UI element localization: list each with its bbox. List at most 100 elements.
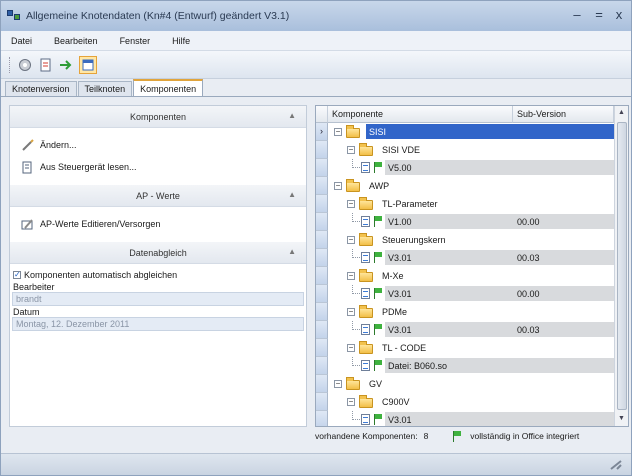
node-name[interactable]: SISI VDE bbox=[379, 142, 509, 157]
node-name[interactable]: AWP bbox=[366, 178, 496, 193]
row-selector[interactable] bbox=[316, 231, 328, 249]
tree-node-row[interactable]: › − SISI bbox=[316, 123, 614, 141]
version-cell[interactable]: V3.01 bbox=[385, 322, 513, 337]
row-selector[interactable] bbox=[316, 249, 328, 267]
node-name[interactable]: M-Xe bbox=[379, 268, 509, 283]
maximize-button[interactable]: = bbox=[591, 7, 607, 22]
node-name[interactable]: GV bbox=[366, 376, 496, 391]
toolbar-grip[interactable] bbox=[9, 56, 12, 73]
row-selector[interactable] bbox=[316, 303, 328, 321]
node-name[interactable]: PDMe bbox=[379, 304, 509, 319]
version-cell[interactable]: V1.00 bbox=[385, 214, 513, 229]
row-selector[interactable] bbox=[316, 267, 328, 285]
collapse-icon[interactable]: ▲ bbox=[288, 111, 296, 120]
collapse-toggle-icon[interactable]: − bbox=[347, 146, 355, 154]
aendern-action[interactable]: Ändern... bbox=[10, 134, 306, 156]
component-version-row[interactable]: V3.01 00.03 bbox=[316, 321, 614, 339]
component-version-row[interactable]: V3.01 00.00 bbox=[316, 285, 614, 303]
section-komponenten-header[interactable]: Komponenten ▲ bbox=[10, 106, 306, 128]
ap-werte-editieren-action[interactable]: AP-Werte Editieren/Versorgen bbox=[10, 213, 306, 235]
version-cell[interactable]: V3.01 bbox=[385, 250, 513, 265]
component-version-row[interactable]: V3.01 00.03 bbox=[316, 249, 614, 267]
row-selector[interactable] bbox=[316, 411, 328, 426]
collapse-toggle-icon[interactable]: − bbox=[334, 380, 342, 388]
menu-hilfe[interactable]: Hilfe bbox=[172, 36, 190, 46]
tab-komponenten[interactable]: Komponenten bbox=[133, 79, 204, 96]
version-cell[interactable]: V3.01 bbox=[385, 286, 513, 301]
sub-version-cell[interactable]: 00.00 bbox=[513, 286, 614, 301]
menu-bearbeiten[interactable]: Bearbeiten bbox=[54, 36, 98, 46]
minimize-button[interactable]: – bbox=[569, 7, 585, 22]
version-cell[interactable]: Datei: B060.so bbox=[385, 358, 513, 373]
node-name[interactable]: C900V bbox=[379, 394, 509, 409]
sub-version-cell[interactable]: 00.00 bbox=[513, 214, 614, 229]
row-selector[interactable] bbox=[316, 177, 328, 195]
node-name[interactable]: SISI bbox=[366, 124, 513, 139]
row-selector[interactable] bbox=[316, 213, 328, 231]
document-icon[interactable] bbox=[37, 56, 55, 74]
bearbeiter-field[interactable]: brandt bbox=[12, 292, 304, 306]
tree-node-row[interactable]: − AWP bbox=[316, 177, 614, 195]
scroll-up-arrow[interactable]: ▲ bbox=[615, 106, 628, 120]
collapse-toggle-icon[interactable]: − bbox=[347, 236, 355, 244]
node-name[interactable]: TL - CODE bbox=[379, 340, 509, 355]
row-selector[interactable] bbox=[316, 357, 328, 375]
row-selector[interactable] bbox=[316, 375, 328, 393]
sub-version-cell[interactable] bbox=[513, 160, 614, 175]
collapse-toggle-icon[interactable]: − bbox=[347, 308, 355, 316]
collapse-toggle-icon[interactable]: − bbox=[334, 182, 342, 190]
tree-node-row[interactable]: − TL-Parameter bbox=[316, 195, 614, 213]
checkbox-auto-abgleich[interactable]: ✓ bbox=[13, 271, 21, 279]
row-selector[interactable] bbox=[316, 141, 328, 159]
menu-datei[interactable]: Datei bbox=[11, 36, 32, 46]
close-button[interactable]: x bbox=[611, 7, 627, 22]
tree-node-row[interactable]: − M-Xe bbox=[316, 267, 614, 285]
component-version-row[interactable]: Datei: B060.so bbox=[316, 357, 614, 375]
tree-node-row[interactable]: − Steuerungskern bbox=[316, 231, 614, 249]
row-selector[interactable] bbox=[316, 159, 328, 177]
resize-grip-icon[interactable] bbox=[609, 459, 623, 473]
component-version-row[interactable]: V5.00 bbox=[316, 159, 614, 177]
collapse-icon[interactable]: ▲ bbox=[288, 247, 296, 256]
title-bar[interactable]: Allgemeine Knotendaten (Kn#4 (Entwurf) g… bbox=[1, 1, 631, 31]
menu-fenster[interactable]: Fenster bbox=[120, 36, 151, 46]
collapse-toggle-icon[interactable]: − bbox=[347, 272, 355, 280]
component-version-row[interactable]: V3.01 bbox=[316, 411, 614, 426]
sub-version-cell[interactable] bbox=[513, 358, 614, 373]
component-version-row[interactable]: V1.00 00.00 bbox=[316, 213, 614, 231]
node-name[interactable]: Steuerungskern bbox=[379, 232, 509, 247]
tree-node-row[interactable]: − PDMe bbox=[316, 303, 614, 321]
tree-node-row[interactable]: − SISI VDE bbox=[316, 141, 614, 159]
tree-node-row[interactable]: − C900V bbox=[316, 393, 614, 411]
version-cell[interactable]: V3.01 bbox=[385, 412, 513, 426]
sub-version-cell[interactable] bbox=[513, 124, 614, 139]
arrows-icon[interactable] bbox=[58, 56, 76, 74]
row-selector[interactable] bbox=[316, 321, 328, 339]
aus-steuergeraet-lesen-action[interactable]: Aus Steuergerät lesen... bbox=[10, 156, 306, 178]
column-header-komponente[interactable]: Komponente bbox=[328, 106, 513, 123]
section-datenabgleich-header[interactable]: Datenabgleich ▲ bbox=[10, 242, 306, 264]
row-selector[interactable] bbox=[316, 285, 328, 303]
tab-knotenversion[interactable]: Knotenversion bbox=[5, 81, 77, 96]
collapse-toggle-icon[interactable]: − bbox=[347, 398, 355, 406]
row-selector[interactable]: › bbox=[316, 123, 328, 141]
sub-version-cell[interactable]: 00.03 bbox=[513, 250, 614, 265]
scroll-thumb[interactable] bbox=[617, 122, 627, 410]
row-selector[interactable] bbox=[316, 393, 328, 411]
sub-version-cell[interactable] bbox=[513, 412, 614, 426]
column-header-sub-version[interactable]: Sub-Version bbox=[513, 106, 614, 123]
datum-field[interactable]: Montag, 12. Dezember 2011 bbox=[12, 317, 304, 331]
row-selector[interactable] bbox=[316, 195, 328, 213]
components-grid[interactable]: Komponente Sub-Version › − SISI − SISI VDE V5… bbox=[316, 106, 614, 426]
tree-node-row[interactable]: − TL - CODE bbox=[316, 339, 614, 357]
section-ap-werte-header[interactable]: AP - Werte ▲ bbox=[10, 185, 306, 207]
scroll-down-arrow[interactable]: ▼ bbox=[615, 412, 628, 426]
sub-version-cell[interactable]: 00.03 bbox=[513, 322, 614, 337]
window-icon[interactable] bbox=[79, 55, 97, 74]
tree-node-row[interactable]: − GV bbox=[316, 375, 614, 393]
vertical-scrollbar[interactable]: ▲ ▼ bbox=[614, 106, 628, 426]
version-cell[interactable]: V5.00 bbox=[385, 160, 513, 175]
open-icon[interactable] bbox=[16, 56, 34, 74]
row-selector[interactable] bbox=[316, 339, 328, 357]
collapse-icon[interactable]: ▲ bbox=[288, 190, 296, 199]
